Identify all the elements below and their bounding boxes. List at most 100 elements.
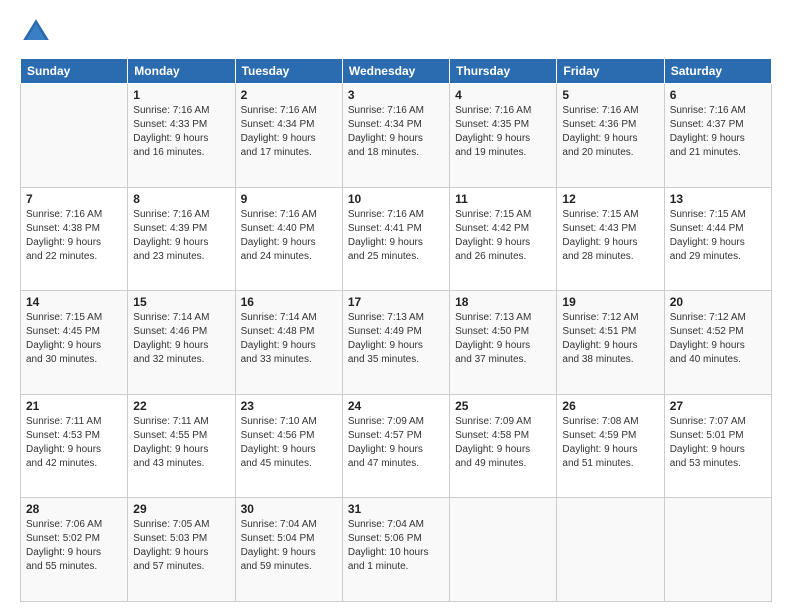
day-info: Sunrise: 7:07 AM Sunset: 5:01 PM Dayligh… [670, 415, 766, 471]
day-info: Sunrise: 7:10 AM Sunset: 4:56 PM Dayligh… [241, 415, 337, 471]
day-cell: 14 Sunrise: 7:15 AM Sunset: 4:45 PM Dayli… [21, 291, 128, 395]
day-info: Sunrise: 7:12 AM Sunset: 4:52 PM Dayligh… [670, 311, 766, 367]
week-row: 21 Sunrise: 7:11 AM Sunset: 4:53 PM Dayli… [21, 394, 772, 498]
header-day: Friday [557, 59, 664, 84]
day-cell: 28Sunrise: 7:06 AM Sunset: 5:02 PM Dayli… [21, 498, 128, 602]
day-number: 23 [241, 399, 337, 413]
week-row: 14 Sunrise: 7:15 AM Sunset: 4:45 PM Dayli… [21, 291, 772, 395]
calendar-container: SundayMondayTuesdayWednesdayThursdayFrid… [0, 0, 792, 612]
day-info: Sunrise: 7:12 AM Sunset: 4:51 PM Dayligh… [562, 311, 658, 367]
day-cell [664, 498, 771, 602]
day-info: Sunrise: 7:15 AM Sunset: 4:43 PM Dayligh… [562, 208, 658, 264]
day-cell: 1 Sunrise: 7:16 AM Sunset: 4:33 PM Daylig… [128, 84, 235, 188]
day-cell: 15Sunrise: 7:14 AM Sunset: 4:46 PM Dayli… [128, 291, 235, 395]
day-cell: 23 Sunrise: 7:10 AM Sunset: 4:56 PM Dayli… [235, 394, 342, 498]
day-info: Sunrise: 7:08 AM Sunset: 4:59 PM Dayligh… [562, 415, 658, 471]
day-number: 5 [562, 88, 658, 102]
day-number: 25 [455, 399, 551, 413]
header-row: SundayMondayTuesdayWednesdayThursdayFrid… [21, 59, 772, 84]
day-cell [21, 84, 128, 188]
day-number: 11 [455, 192, 551, 206]
day-info: Sunrise: 7:16 AM Sunset: 4:38 PM Dayligh… [26, 208, 122, 264]
day-cell: 4Sunrise: 7:16 AM Sunset: 4:35 PM Daylig… [450, 84, 557, 188]
day-cell: 9 Sunrise: 7:16 AM Sunset: 4:40 PM Daylig… [235, 187, 342, 291]
day-info: Sunrise: 7:11 AM Sunset: 4:55 PM Dayligh… [133, 415, 229, 471]
day-cell: 26 Sunrise: 7:08 AM Sunset: 4:59 PM Dayli… [557, 394, 664, 498]
day-number: 28 [26, 502, 122, 516]
day-cell: 5 Sunrise: 7:16 AM Sunset: 4:36 PM Daylig… [557, 84, 664, 188]
day-cell: 2Sunrise: 7:16 AM Sunset: 4:34 PM Daylig… [235, 84, 342, 188]
day-info: Sunrise: 7:16 AM Sunset: 4:36 PM Dayligh… [562, 104, 658, 160]
day-cell: 30 Sunrise: 7:04 AM Sunset: 5:04 PM Dayli… [235, 498, 342, 602]
day-info: Sunrise: 7:13 AM Sunset: 4:49 PM Dayligh… [348, 311, 444, 367]
day-info: Sunrise: 7:15 AM Sunset: 4:44 PM Dayligh… [670, 208, 766, 264]
day-info: Sunrise: 7:11 AM Sunset: 4:53 PM Dayligh… [26, 415, 122, 471]
day-number: 29 [133, 502, 229, 516]
day-number: 7 [26, 192, 122, 206]
day-info: Sunrise: 7:15 AM Sunset: 4:42 PM Dayligh… [455, 208, 551, 264]
day-number: 9 [241, 192, 337, 206]
day-cell: 18Sunrise: 7:13 AM Sunset: 4:50 PM Dayli… [450, 291, 557, 395]
header-day: Thursday [450, 59, 557, 84]
day-info: Sunrise: 7:13 AM Sunset: 4:50 PM Dayligh… [455, 311, 551, 367]
day-info: Sunrise: 7:16 AM Sunset: 4:41 PM Dayligh… [348, 208, 444, 264]
day-cell: 20 Sunrise: 7:12 AM Sunset: 4:52 PM Dayli… [664, 291, 771, 395]
day-number: 17 [348, 295, 444, 309]
day-number: 22 [133, 399, 229, 413]
day-number: 13 [670, 192, 766, 206]
day-number: 14 [26, 295, 122, 309]
day-info: Sunrise: 7:16 AM Sunset: 4:40 PM Dayligh… [241, 208, 337, 264]
day-cell: 21 Sunrise: 7:11 AM Sunset: 4:53 PM Dayli… [21, 394, 128, 498]
calendar-table: SundayMondayTuesdayWednesdayThursdayFrid… [20, 58, 772, 602]
header-day: Sunday [21, 59, 128, 84]
day-number: 20 [670, 295, 766, 309]
day-info: Sunrise: 7:15 AM Sunset: 4:45 PM Dayligh… [26, 311, 122, 367]
day-number: 30 [241, 502, 337, 516]
day-number: 10 [348, 192, 444, 206]
logo [20, 16, 56, 48]
day-info: Sunrise: 7:05 AM Sunset: 5:03 PM Dayligh… [133, 518, 229, 574]
day-number: 24 [348, 399, 444, 413]
day-info: Sunrise: 7:16 AM Sunset: 4:34 PM Dayligh… [348, 104, 444, 160]
day-info: Sunrise: 7:14 AM Sunset: 4:48 PM Dayligh… [241, 311, 337, 367]
day-cell: 8 Sunrise: 7:16 AM Sunset: 4:39 PM Daylig… [128, 187, 235, 291]
day-cell: 13 Sunrise: 7:15 AM Sunset: 4:44 PM Dayli… [664, 187, 771, 291]
header-day: Tuesday [235, 59, 342, 84]
day-cell: 22 Sunrise: 7:11 AM Sunset: 4:55 PM Dayli… [128, 394, 235, 498]
day-number: 3 [348, 88, 444, 102]
day-cell [557, 498, 664, 602]
day-cell: 16 Sunrise: 7:14 AM Sunset: 4:48 PM Dayli… [235, 291, 342, 395]
day-number: 8 [133, 192, 229, 206]
day-cell: 24 Sunrise: 7:09 AM Sunset: 4:57 PM Dayli… [342, 394, 449, 498]
day-number: 26 [562, 399, 658, 413]
week-row: 28Sunrise: 7:06 AM Sunset: 5:02 PM Dayli… [21, 498, 772, 602]
day-number: 15 [133, 295, 229, 309]
day-number: 21 [26, 399, 122, 413]
day-cell: 10 Sunrise: 7:16 AM Sunset: 4:41 PM Dayli… [342, 187, 449, 291]
day-info: Sunrise: 7:09 AM Sunset: 4:57 PM Dayligh… [348, 415, 444, 471]
day-cell: 7 Sunrise: 7:16 AM Sunset: 4:38 PM Daylig… [21, 187, 128, 291]
day-number: 4 [455, 88, 551, 102]
header-day: Monday [128, 59, 235, 84]
day-cell: 6Sunrise: 7:16 AM Sunset: 4:37 PM Daylig… [664, 84, 771, 188]
day-number: 2 [241, 88, 337, 102]
day-cell: 19Sunrise: 7:12 AM Sunset: 4:51 PM Dayli… [557, 291, 664, 395]
day-info: Sunrise: 7:16 AM Sunset: 4:39 PM Dayligh… [133, 208, 229, 264]
day-number: 27 [670, 399, 766, 413]
day-cell: 11 Sunrise: 7:15 AM Sunset: 4:42 PM Dayli… [450, 187, 557, 291]
day-number: 6 [670, 88, 766, 102]
day-number: 1 [133, 88, 229, 102]
day-cell: 31 Sunrise: 7:04 AM Sunset: 5:06 PM Dayli… [342, 498, 449, 602]
day-info: Sunrise: 7:16 AM Sunset: 4:33 PM Dayligh… [133, 104, 229, 160]
day-info: Sunrise: 7:04 AM Sunset: 5:06 PM Dayligh… [348, 518, 444, 574]
calendar-tbody: 1 Sunrise: 7:16 AM Sunset: 4:33 PM Daylig… [21, 84, 772, 602]
day-number: 31 [348, 502, 444, 516]
header-day: Saturday [664, 59, 771, 84]
day-number: 16 [241, 295, 337, 309]
day-info: Sunrise: 7:04 AM Sunset: 5:04 PM Dayligh… [241, 518, 337, 574]
day-cell: 3 Sunrise: 7:16 AM Sunset: 4:34 PM Daylig… [342, 84, 449, 188]
day-number: 12 [562, 192, 658, 206]
day-cell: 25Sunrise: 7:09 AM Sunset: 4:58 PM Dayli… [450, 394, 557, 498]
calendar-thead: SundayMondayTuesdayWednesdayThursdayFrid… [21, 59, 772, 84]
day-cell: 29 Sunrise: 7:05 AM Sunset: 5:03 PM Dayli… [128, 498, 235, 602]
